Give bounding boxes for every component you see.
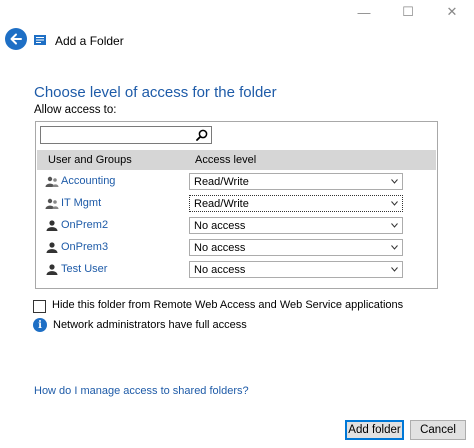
table-header: User and Groups Access level xyxy=(37,150,436,170)
minimize-button[interactable]: — xyxy=(342,0,386,24)
add-folder-button[interactable]: Add folder xyxy=(345,420,404,440)
user-icon xyxy=(46,242,58,253)
user-name: IT Mgmt xyxy=(61,197,102,209)
table-row: Accounting Read/Write xyxy=(37,172,436,194)
group-icon xyxy=(45,176,59,187)
user-name: Test User xyxy=(61,263,108,275)
table-row: Test User No access xyxy=(37,260,436,282)
user-name: OnPrem3 xyxy=(61,241,109,253)
table-row: OnPrem3 No access xyxy=(37,238,436,260)
group-icon xyxy=(45,198,59,209)
search-icon[interactable] xyxy=(196,129,208,141)
chevron-down-icon xyxy=(391,267,398,272)
chevron-down-icon xyxy=(391,201,398,206)
chevron-down-icon xyxy=(391,179,398,184)
user-name: OnPrem2 xyxy=(61,219,109,231)
info-icon: i xyxy=(33,318,47,332)
cancel-button[interactable]: Cancel xyxy=(410,420,466,440)
hide-folder-label[interactable]: Hide this folder from Remote Web Access … xyxy=(52,299,403,311)
chevron-down-icon xyxy=(391,223,398,228)
hide-folder-checkbox[interactable] xyxy=(33,300,46,313)
access-panel: User and Groups Access level Accounting … xyxy=(35,121,438,289)
help-link[interactable]: How do I manage access to shared folders… xyxy=(34,385,249,397)
user-name: Accounting xyxy=(61,175,116,187)
table-row: OnPrem2 No access xyxy=(37,216,436,238)
page-heading: Choose level of access for the folder xyxy=(34,84,277,101)
access-level-select[interactable]: No access xyxy=(189,239,403,256)
close-button[interactable]: ✕ xyxy=(430,0,474,24)
window-title: Add a Folder xyxy=(55,34,124,48)
info-text: Network administrators have full access xyxy=(53,319,247,331)
access-level-select[interactable]: No access xyxy=(189,261,403,278)
table-row: IT Mgmt Read/Write xyxy=(37,194,436,216)
folder-app-icon xyxy=(34,35,46,45)
search-input[interactable] xyxy=(43,128,191,142)
allow-access-label: Allow access to: xyxy=(34,104,117,116)
column-header-users: User and Groups xyxy=(48,154,132,166)
back-button[interactable] xyxy=(5,28,27,50)
chevron-down-icon xyxy=(391,245,398,250)
arrow-left-icon xyxy=(10,33,22,45)
maximize-button[interactable]: ☐ xyxy=(386,0,430,24)
user-icon xyxy=(46,264,58,275)
column-header-access: Access level xyxy=(195,154,257,166)
access-level-select[interactable]: Read/Write xyxy=(189,195,403,212)
search-box[interactable] xyxy=(40,126,212,144)
user-icon xyxy=(46,220,58,231)
title-bar: — ☐ ✕ xyxy=(0,0,474,24)
access-level-select[interactable]: Read/Write xyxy=(189,173,403,190)
access-level-select[interactable]: No access xyxy=(189,217,403,234)
